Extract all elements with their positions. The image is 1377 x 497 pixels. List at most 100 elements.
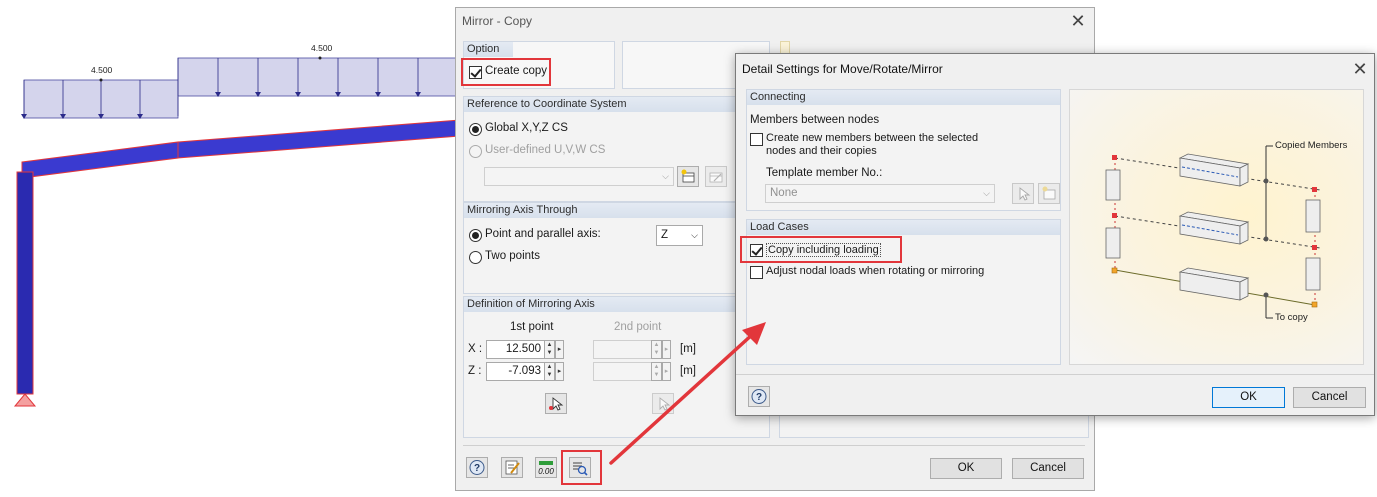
copy-including-loading-label: Copy including loading [766,243,881,257]
pick-second-point-button[interactable] [652,393,674,414]
to-copy-label: To copy [1275,312,1308,323]
user-cs-select[interactable]: ⌵ [484,167,674,186]
detail-dialog-title: Detail Settings for Move/Rotate/Mirror [742,62,943,76]
axis-select[interactable]: Z ⌵ [656,225,703,246]
numeric-icon: 0.00 [538,461,554,476]
second-point-z-arrow[interactable]: ▸ [662,362,671,381]
adjust-nodal-loads-checkbox[interactable] [750,266,763,279]
detail-bottom-separator [736,374,1374,375]
z-coordinate-label: Z : [468,365,482,377]
global-cs-label: Global X,Y,Z CS [485,122,568,134]
new-template-member-button[interactable] [1038,183,1060,204]
detail-settings-button[interactable] [569,457,591,478]
edit-cs-button[interactable] [705,166,727,187]
second-point-z-spinner[interactable]: ▲ ▼ [651,362,662,381]
create-new-members-label-line2: nodes and their copies [766,145,877,157]
create-copy-checkbox[interactable] [469,66,482,79]
mirror-cancel-button[interactable]: Cancel [1012,458,1084,479]
mirror-dialog-close-button[interactable]: ✕ [1068,11,1088,31]
user-defined-cs-radio[interactable] [469,145,482,158]
new-cs-icon [681,169,695,183]
pick-node-icon [549,397,564,411]
edit-cs-icon [709,172,723,183]
axis-through-group: Mirroring Axis Through Point and paralle… [463,202,770,294]
edit-button[interactable] [501,457,523,478]
two-points-label: Two points [485,250,540,262]
point-parallel-radio[interactable] [469,229,482,242]
x-coordinate-label: X : [468,343,483,355]
option-group: Option Create copy [463,41,615,89]
two-points-radio[interactable] [469,251,482,264]
structure-drawing: 4.500 4.500 [0,0,460,497]
second-point-z-input[interactable] [593,362,652,381]
pick-first-point-button[interactable] [545,393,567,414]
template-member-select[interactable]: None ⌵ [765,184,995,203]
new-member-icon [1042,186,1056,200]
chevron-down-icon: ⌵ [662,171,669,181]
first-point-header: 1st point [510,321,554,333]
option-header: Option [464,42,514,57]
second-point-header: 2nd point [614,321,662,333]
numeric-button[interactable]: 0.00 [535,457,557,478]
rafter-left [21,141,179,179]
create-new-members-checkbox[interactable] [750,133,763,146]
svg-text:?: ? [756,392,762,403]
reference-group: Reference to Coordinate System Global X,… [463,96,770,202]
adjust-nodal-loads-label: Adjust nodal loads when rotating or mirr… [766,265,985,277]
definition-header: Definition of Mirroring Axis [464,297,769,312]
global-cs-radio[interactable] [469,123,482,136]
detail-ok-button[interactable]: OK [1212,387,1285,408]
first-point-z-spinner[interactable]: ▲ ▼ [544,362,555,381]
support-icon [13,393,37,407]
first-point-z-arrow[interactable]: ▸ [555,362,564,381]
second-point-x-arrow[interactable]: ▸ [662,340,671,359]
load-label-right: 4.500 [311,43,333,53]
point-parallel-label: Point and parallel axis: [485,228,601,240]
detail-settings-dialog: Detail Settings for Move/Rotate/Mirror ✕… [735,53,1375,416]
structure-svg [13,56,460,407]
svg-text:?: ? [474,463,480,474]
first-point-x-arrow[interactable]: ▸ [555,340,564,359]
mirror-ok-label: OK [957,462,975,474]
first-point-x-value: 12.500 [505,343,541,355]
mirror-dialog-title: Mirror - Copy [462,14,533,28]
rafter-right [177,119,460,159]
mirror-cancel-label: Cancel [1030,462,1066,474]
help-button[interactable]: ? [466,457,488,478]
pick-node-icon [659,397,671,411]
first-point-z-input[interactable]: -7.093 [486,362,545,381]
first-point-z-value: -7.093 [508,365,541,377]
second-point-x-input[interactable] [593,340,652,359]
edit-icon [505,460,520,475]
template-member-label: Template member No.: [766,167,883,179]
chevron-down-icon: ⌵ [983,188,990,198]
load-cases-group: Load Cases Copy including loading Adjust… [746,219,1061,365]
connecting-header: Connecting [747,90,1060,105]
copied-members-label: Copied Members [1275,140,1348,151]
detail-dialog-close-button[interactable]: ✕ [1350,59,1370,79]
detail-cancel-label: Cancel [1311,391,1348,403]
copy-including-loading-checkbox[interactable] [750,244,763,257]
first-point-x-input[interactable]: 12.500 [486,340,545,359]
chevron-down-icon: ⌵ [691,230,698,240]
pick-template-member-button[interactable] [1012,183,1034,204]
members-between-nodes-label: Members between nodes [750,114,880,126]
copy-members-illustration [1105,145,1321,319]
reference-header: Reference to Coordinate System [464,97,769,112]
detail-cancel-button[interactable]: Cancel [1293,387,1366,408]
definition-group: Definition of Mirroring Axis 1st point 2… [463,296,770,438]
second-point-x-spinner[interactable]: ▲ ▼ [651,340,662,359]
svg-text:0.00: 0.00 [538,467,554,476]
unit-x-label: [m] [680,343,696,355]
axis-select-value: Z [661,229,669,241]
new-cs-button[interactable] [677,166,699,187]
pick-node-icon [1019,187,1031,201]
template-member-value: None [770,187,798,199]
mirror-ok-button[interactable]: OK [930,458,1002,479]
illustration-panel: Copied Members To copy [1069,89,1364,365]
user-defined-cs-label: User-defined U,V,W CS [485,144,606,156]
help-icon: ? [469,460,485,475]
axis-through-header: Mirroring Axis Through [464,203,769,218]
detail-help-button[interactable]: ? [748,386,770,407]
first-point-x-spinner[interactable]: ▲ ▼ [544,340,555,359]
